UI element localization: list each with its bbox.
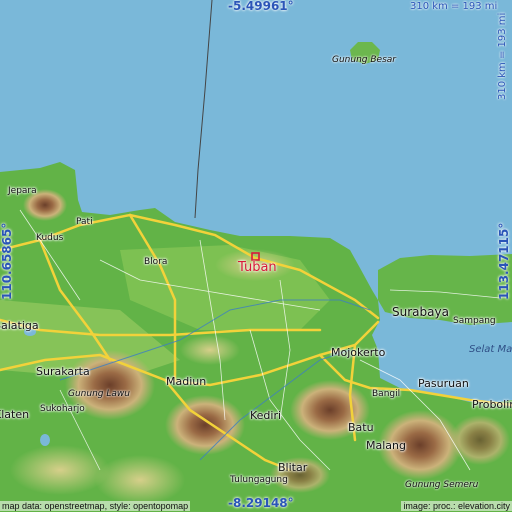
city-label-pati: Pati — [76, 217, 93, 227]
southern-hills — [10, 445, 110, 495]
terrain-layer — [0, 0, 512, 512]
target-label[interactable]: Tuban — [238, 261, 277, 274]
scale-horizontal-label: 310 km = 193 mi — [410, 1, 498, 12]
city-label-probolinggo: Probolinggo — [472, 398, 512, 411]
tengger-massif — [450, 415, 510, 465]
city-label-jepara: Jepara — [8, 186, 37, 196]
map-view[interactable]: -5.49961° -8.29148° 110.65865° 113.47115… — [0, 0, 512, 512]
city-label-surakarta: Surakarta — [36, 365, 90, 378]
city-label-tulungagung: Tulungagung — [230, 475, 288, 485]
city-label-mojokerto: Mojokerto — [331, 346, 386, 359]
reservoir — [40, 434, 50, 446]
coord-east-label: 113.47115° — [497, 222, 511, 300]
city-label-blitar: Blitar — [278, 461, 308, 474]
peak-label-besar: Gunung Besar — [332, 55, 396, 65]
attribution-image: image: proc.: elevation.city — [401, 501, 512, 511]
city-label-malang: Malang — [366, 439, 406, 452]
city-label-klaten: Klaten — [0, 408, 30, 421]
attribution-map-data: map data: openstreetmap, style: opentopo… — [0, 501, 191, 511]
city-label-batu: Batu — [348, 421, 374, 434]
peak-label-lawu: Gunung Lawu — [68, 389, 130, 399]
city-label-sampang: Sampang — [453, 316, 496, 326]
city-label-madiun: Madiun — [166, 375, 207, 388]
coord-north-label: -5.49961° — [228, 0, 294, 13]
scale-vertical-label: 310 km = 193 mi — [497, 12, 508, 100]
city-label-sukoharjo: Sukoharjo — [40, 404, 85, 414]
coord-west-label: 110.65865° — [0, 222, 14, 300]
pandan-hills — [180, 335, 240, 365]
city-label-salatiga: Salatiga — [0, 319, 39, 332]
peak-label-semeru: Gunung Semeru — [405, 480, 479, 490]
southern-hills-2 — [95, 455, 185, 505]
city-label-pasuruan: Pasuruan — [418, 377, 469, 390]
city-label-surabaya: Surabaya — [392, 305, 449, 319]
city-label-bangil: Bangil — [372, 389, 401, 399]
city-label-blora: Blora — [144, 257, 168, 267]
wilis-massif — [165, 395, 245, 455]
city-label-kudus: Kudus — [36, 233, 64, 243]
city-label-kediri: Kediri — [250, 409, 282, 422]
coord-south-label: -8.29148° — [228, 496, 294, 510]
sea-label-madura-strait: Selat Ma — [469, 344, 512, 355]
